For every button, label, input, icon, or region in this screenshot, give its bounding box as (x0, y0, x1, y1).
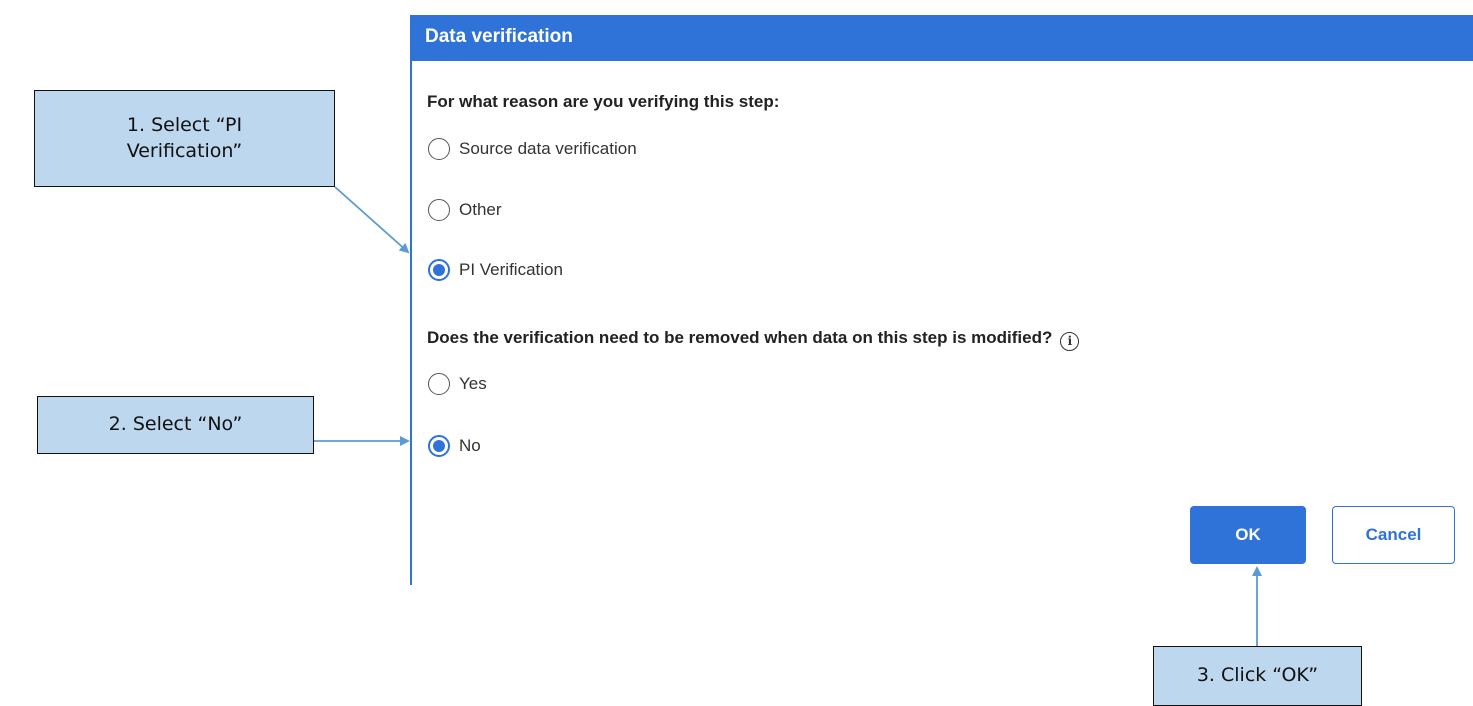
reason-question: For what reason are you verifying this s… (427, 92, 780, 111)
radio-label: PI Verification (459, 260, 563, 279)
radio-button-yes[interactable] (428, 373, 450, 395)
remove-question-text: Does the verification need to be removed… (427, 328, 1053, 347)
arrow-step-1 (334, 186, 410, 254)
radio-pi-verification[interactable]: PI Verification (428, 259, 563, 281)
radio-source-data-verification[interactable]: Source data verification (428, 138, 637, 160)
data-verification-dialog: Data verification For what reason are yo… (410, 15, 1473, 585)
callout-step-2: 2. Select “No” (37, 396, 314, 454)
radio-button-source-data-verification[interactable] (428, 138, 450, 160)
callout-step-1: 1. Select “PI Verification” (34, 90, 335, 187)
radio-label: No (459, 436, 481, 455)
radio-label: Source data verification (459, 139, 637, 158)
dialog-header: Data verification (410, 15, 1473, 61)
callout-step-3: 3. Click “OK” (1153, 646, 1362, 706)
radio-no[interactable]: No (428, 435, 481, 457)
remove-question: Does the verification need to be removed… (427, 328, 1080, 351)
radio-yes[interactable]: Yes (428, 373, 487, 395)
cancel-button[interactable]: Cancel (1332, 506, 1455, 564)
radio-button-no[interactable] (428, 435, 450, 457)
info-icon[interactable]: i (1060, 331, 1080, 351)
radio-other[interactable]: Other (428, 199, 502, 221)
dialog-title: Data verification (425, 26, 573, 47)
radio-label: Other (459, 200, 502, 219)
radio-button-pi-verification[interactable] (428, 259, 450, 281)
radio-label: Yes (459, 374, 487, 393)
ok-button[interactable]: OK (1190, 506, 1306, 564)
radio-button-other[interactable] (428, 199, 450, 221)
